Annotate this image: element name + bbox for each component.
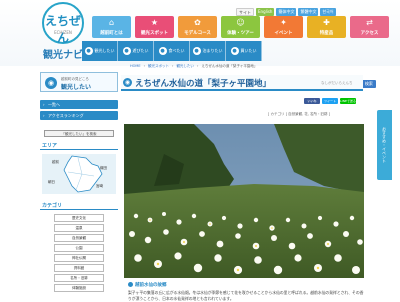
subnav-sightseeing[interactable]: ● 観光したい xyxy=(82,41,118,61)
arrow-right-icon: › xyxy=(43,113,45,118)
camera-icon: ◉ xyxy=(45,77,57,89)
area-heading: エリア xyxy=(40,142,118,150)
section-heading: 越前水仙の故郷 xyxy=(128,282,167,288)
breadcrumb-home[interactable]: HOME xyxy=(130,64,141,69)
description-text: 梨子ヶ平の集落の丘に広がる水仙畑。冬は水仙が季節を感じて花を咲かせることから水仙… xyxy=(128,290,364,301)
gnav-model-course[interactable]: ✿ モデルコース xyxy=(178,16,217,38)
sidebar-title: 観光したい xyxy=(61,84,92,91)
language-links: サイト English 簡体中文 繁體中文 한국어 xyxy=(236,8,336,16)
flower-icon: ✿ xyxy=(194,18,201,27)
subnav-shop[interactable]: ● 買いたい xyxy=(226,41,262,61)
sidebar-link-label: 一覧へ xyxy=(48,102,60,107)
subnav-label: 遊びたい xyxy=(132,48,149,53)
gnav-label: モデルコース xyxy=(184,31,211,36)
category-item[interactable]: 温泉 xyxy=(54,224,104,232)
map-label-oda[interactable]: 織田 xyxy=(100,166,107,171)
sidebar-link-label: アクセスランキング xyxy=(48,113,84,118)
circle-bullet-icon xyxy=(128,282,133,287)
main-content: ◉ えちぜん水仙の道「梨子ヶ平園地」 なしがだいらえんち いいね ツイート LI… xyxy=(118,70,400,301)
daffodil-field-image xyxy=(124,124,364,278)
category-heading: カテゴリ xyxy=(40,202,118,210)
facebook-like-button[interactable]: いいね xyxy=(304,98,320,104)
logo-subtitle: ECHIZEN xyxy=(54,30,72,35)
chinese-simplified-link[interactable]: 簡体中文 xyxy=(276,8,297,16)
gnav-label: アクセス xyxy=(360,31,379,36)
english-link[interactable]: English xyxy=(256,8,275,16)
sparkle-icon: ✦ xyxy=(280,18,287,27)
camera-icon: ● xyxy=(84,47,93,55)
subnav-play[interactable]: ● 遊びたい xyxy=(118,41,154,61)
chinese-traditional-link[interactable]: 繁體中文 xyxy=(298,8,319,16)
page-title-kana: なしがだいらえんち xyxy=(321,81,353,85)
breadcrumb: HOME › 観光スポット › 観光したい › えちぜん水仙の道「梨子ヶ平園地」 xyxy=(130,64,258,69)
gnav-about[interactable]: ⌂ 越前町とは xyxy=(92,16,131,38)
arrow-right-icon: › xyxy=(43,102,45,107)
subnav-label: 泊まりたい xyxy=(202,48,223,53)
category-item[interactable]: 自然景観 xyxy=(54,234,104,242)
share-buttons: いいね ツイート LINEで送る xyxy=(304,98,356,104)
gift-icon: ✚ xyxy=(323,18,330,27)
breadcrumb-sightseeing[interactable]: 観光したい xyxy=(176,64,194,69)
gnav-label: 特産品 xyxy=(319,31,334,36)
sidebar: ◉ 越前町の見どころ 観光したい › 一覧へ › アクセスランキング 「観光したい」… xyxy=(40,70,118,300)
page-title-bar: ◉ えちぜん水仙の道「梨子ヶ平園地」 なしがだいらえんち xyxy=(121,75,363,91)
gnav-spots[interactable]: ★ 観光スポット xyxy=(135,16,174,38)
category-tags: [ カテゴリ ] 自然景観, 花, 名所・旧跡 ] xyxy=(268,112,330,116)
subnav-bar: ● 観光したい ● 遊びたい ● 食べたい ● 泊まりたい ● 買いたい xyxy=(82,41,262,61)
play-icon: ● xyxy=(122,47,131,55)
route-icon: ⇄ xyxy=(366,18,373,27)
category-item[interactable]: 神社仏閣 xyxy=(54,254,104,262)
sitemap-link[interactable]: サイト xyxy=(236,8,254,16)
gnav-label: イベント xyxy=(274,31,293,36)
section-heading-text: 越前水仙の故郷 xyxy=(135,283,167,288)
gnav-events[interactable]: ✦ イベント xyxy=(264,16,303,38)
subnav-eat[interactable]: ● 食べたい xyxy=(154,41,190,61)
subnav-label: 食べたい xyxy=(168,48,185,53)
breadcrumb-current: えちぜん水仙の道「梨子ヶ平園地」 xyxy=(201,64,258,68)
subnav-stay[interactable]: ● 泊まりたい xyxy=(190,41,226,61)
category-subnav: ●観光したい ●遊びたい ●食べたい ●泊まりたい ●買いたい 文字サイズ 小 … xyxy=(0,41,400,88)
map-label-asahi[interactable]: 朝日 xyxy=(48,180,55,185)
sidebar-ranking-link[interactable]: › アクセスランキング xyxy=(40,111,118,120)
korean-link[interactable]: 한국어 xyxy=(320,8,336,16)
gnav-label: 体験・ツアー xyxy=(227,31,254,36)
star-icon: ★ xyxy=(150,18,159,27)
sidebar-search-button[interactable]: 「観光したい」を検索 xyxy=(44,130,114,137)
map-label-echizen[interactable]: 越前 xyxy=(52,160,59,165)
category-item[interactable]: 資料館 xyxy=(54,264,104,272)
side-recommend-tab[interactable]: おすすめ・イベント xyxy=(377,110,392,180)
gnav-label: 越前町とは xyxy=(100,31,123,36)
food-icon: ● xyxy=(158,47,167,55)
tweet-button[interactable]: ツイート xyxy=(322,98,338,104)
camera-icon: ◉ xyxy=(123,78,132,87)
category-item[interactable]: 公園 xyxy=(54,244,104,252)
gnav-access[interactable]: ⇄ アクセス xyxy=(350,16,389,38)
line-share-button[interactable]: LINEで送る xyxy=(340,98,356,104)
subnav-label: 買いたい xyxy=(240,48,257,53)
gnav-products[interactable]: ✚ 特産品 xyxy=(307,16,346,38)
map-label-miyazaki[interactable]: 宮崎 xyxy=(96,184,103,189)
global-nav: ⌂ 越前町とは ★ 観光スポット ✿ モデルコース ☺ 体験・ツアー ✦ イベン… xyxy=(92,16,389,38)
area-map[interactable]: 越前 織田 朝日 宮崎 xyxy=(42,154,116,194)
sidebar-title-box: ◉ 越前町の見どころ 観光したい xyxy=(40,72,118,92)
gnav-label: 観光スポット xyxy=(141,31,168,36)
gnav-experience[interactable]: ☺ 体験・ツアー xyxy=(221,16,260,38)
daffodil-photo xyxy=(124,124,364,278)
home-icon: ⌂ xyxy=(108,18,115,27)
breadcrumb-spots[interactable]: 観光スポット xyxy=(148,64,169,69)
bag-icon: ● xyxy=(230,47,239,55)
category-item[interactable]: 体験施設 xyxy=(54,284,104,292)
bed-icon: ● xyxy=(192,47,201,55)
page-title: えちぜん水仙の道「梨子ヶ平園地」 xyxy=(135,79,272,89)
person-icon: ☺ xyxy=(236,18,245,27)
category-item[interactable]: 名所・旧跡 xyxy=(54,274,104,282)
category-item[interactable]: 歴史文化 xyxy=(54,214,104,222)
sidebar-list-link[interactable]: › 一覧へ xyxy=(40,100,118,109)
subnav-label: 観光したい xyxy=(94,48,115,53)
